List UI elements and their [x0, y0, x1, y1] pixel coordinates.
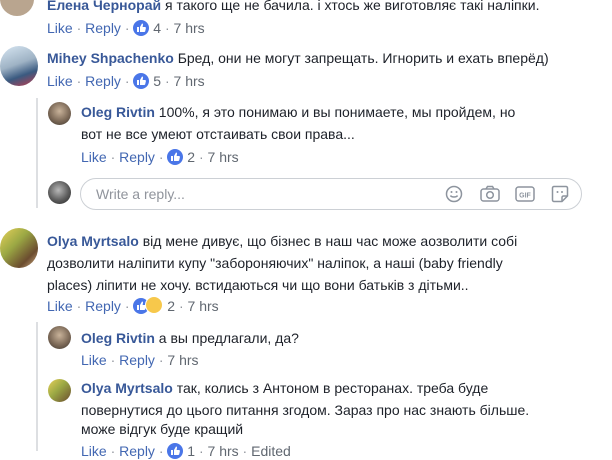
comment-body-line: places) ліпити не хочу. встидаються чи щ… — [47, 277, 469, 293]
comment-body: так, колись з Антоном в ресторанах. треб… — [176, 380, 489, 396]
avatar[interactable] — [0, 46, 38, 86]
reaction-count[interactable]: 2 — [167, 298, 175, 314]
haha-emoji-icon — [145, 296, 164, 314]
timestamp[interactable]: 7 hrs — [208, 443, 239, 459]
avatar — [48, 181, 71, 204]
comment-author[interactable]: Mihey Shpachenko — [47, 50, 174, 66]
timestamp[interactable]: 7 hrs — [174, 73, 205, 89]
like-thumb-icon — [167, 149, 184, 165]
comment-body-line: повернутися до цього питання згодом. Зар… — [81, 402, 530, 418]
timestamp[interactable]: 7 hrs — [174, 20, 205, 36]
comment-body: від мене дивує, що бізнес в наш час може… — [142, 233, 518, 249]
like-thumb-icon — [167, 443, 184, 459]
reaction-count[interactable]: 2 — [187, 149, 195, 165]
reaction-count[interactable]: 4 — [153, 20, 161, 36]
avatar[interactable] — [48, 326, 71, 349]
reply-placeholder: Write a reply... — [96, 186, 185, 202]
timestamp[interactable]: 7 hrs — [188, 298, 219, 314]
comment-author[interactable]: Olya Myrtsalo — [81, 380, 173, 396]
comment-actions: Like · Reply · 2 · 7 hrs — [47, 296, 219, 314]
camera-icon[interactable] — [480, 185, 500, 206]
comment-body-line: дозволити наліпити купу "забороняючих" н… — [47, 255, 503, 271]
comment-actions: Like · Reply · 5 · 7 hrs — [47, 73, 205, 89]
avatar[interactable] — [48, 102, 71, 125]
comment-text: Olya Myrtsalo від мене дивує, що бізнес … — [47, 231, 517, 251]
gif-icon[interactable]: GIF — [515, 185, 535, 206]
timestamp[interactable]: 7 hrs — [167, 352, 198, 368]
avatar[interactable] — [48, 379, 71, 402]
comment-author[interactable]: Olya Myrtsalo — [47, 233, 139, 249]
reply-text: Olya Myrtsalo так, колись з Антоном в ре… — [81, 378, 488, 398]
like-button[interactable]: Like — [81, 443, 107, 459]
comment-body: Бред, они не могут запрещать. Игнорить и… — [177, 50, 549, 66]
comment-body-line: може відгук буде кращий — [81, 421, 244, 437]
like-thumb-icon — [133, 73, 150, 89]
comment-text: Елена Чернорай я такого ще не бачила. і … — [47, 0, 539, 15]
like-thumb-icon — [133, 20, 150, 36]
edited-label[interactable]: Edited — [251, 443, 291, 459]
comment-text: Mihey Shpachenko Бред, они не могут запр… — [47, 48, 549, 68]
like-button[interactable]: Like — [47, 20, 73, 36]
reply-button[interactable]: Reply — [119, 443, 155, 459]
reply-thread-line — [36, 98, 38, 208]
reply-text: Oleg Rivtin 100%, я это понимаю и вы пон… — [81, 102, 515, 122]
comment-actions: Like · Reply · 7 hrs — [81, 352, 199, 368]
comment-author[interactable]: Oleg Rivtin — [81, 104, 155, 120]
avatar[interactable] — [0, 228, 38, 268]
comment-author[interactable]: Елена Чернорай — [47, 0, 161, 13]
like-button[interactable]: Like — [47, 298, 73, 314]
reply-input[interactable]: Write a reply... GIF — [80, 178, 582, 210]
reaction-count[interactable]: 5 — [153, 73, 161, 89]
reply-text: Oleg Rivtin а вы предлагали, да? — [81, 328, 299, 348]
svg-text:GIF: GIF — [519, 193, 531, 200]
comment-body: я такого ще не бачила. і хтось же вигото… — [164, 0, 540, 13]
like-button[interactable]: Like — [81, 149, 107, 165]
sticker-icon[interactable] — [551, 185, 569, 206]
avatar[interactable] — [0, 0, 34, 16]
comment-actions: Like · Reply · 2 · 7 hrs — [81, 149, 239, 165]
reaction-count[interactable]: 1 — [187, 443, 195, 459]
emoji-icon[interactable] — [445, 185, 463, 206]
reply-thread-line — [36, 322, 38, 451]
comment-elena: Елена Чернорай я такого ще не бачила. і … — [0, 0, 612, 40]
timestamp[interactable]: 7 hrs — [208, 149, 239, 165]
reply-button[interactable]: Reply — [85, 20, 121, 36]
comment-body-line: вот не все умеют отстаивать свои права..… — [81, 126, 355, 142]
reply-button[interactable]: Reply — [85, 298, 121, 314]
reply-button[interactable]: Reply — [119, 149, 155, 165]
comment-body: а вы предлагали, да? — [158, 330, 299, 346]
like-button[interactable]: Like — [81, 352, 107, 368]
reply-button[interactable]: Reply — [85, 73, 121, 89]
comment-author[interactable]: Oleg Rivtin — [81, 330, 155, 346]
reply-button[interactable]: Reply — [119, 352, 155, 368]
comment-actions: Like · Reply · 1 · 7 hrs · Edited — [81, 443, 291, 459]
comment-actions: Like · Reply · 4 · 7 hrs — [47, 20, 205, 36]
like-button[interactable]: Like — [47, 73, 73, 89]
comment-body: 100%, я это понимаю и вы понимаете, мы п… — [158, 104, 516, 120]
